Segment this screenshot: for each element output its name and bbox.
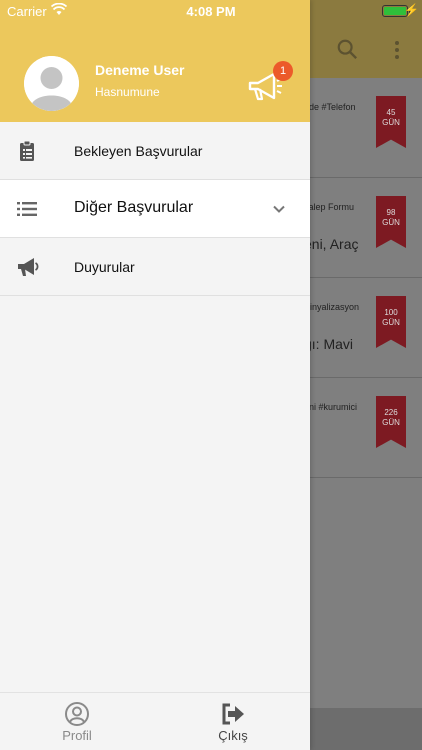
- megaphone-icon: [18, 258, 39, 276]
- notification-badge: 1: [273, 61, 293, 81]
- status-time: 4:08 PM: [186, 4, 236, 19]
- days-unit: GÜN: [382, 318, 400, 327]
- search-icon[interactable]: [336, 38, 358, 60]
- charging-icon: ⚡: [404, 3, 419, 17]
- drawer-menu: Bekleyen Başvurular Diğer Başvurular Duy…: [0, 122, 310, 296]
- avatar[interactable]: [24, 56, 79, 111]
- menu-item-announcements[interactable]: Duyurular: [0, 238, 310, 296]
- days-value: 98: [386, 208, 396, 217]
- menu-item-other-applications[interactable]: Diğer Başvurular: [0, 180, 310, 238]
- drawer-footer: Profil Çıkış: [0, 692, 310, 750]
- days-ribbon: 98 GÜN: [376, 196, 406, 248]
- person-icon: [24, 56, 79, 111]
- days-unit: GÜN: [382, 118, 400, 127]
- more-vertical-icon[interactable]: [392, 40, 402, 60]
- list-item-title: ğı: Mavi: [304, 336, 354, 352]
- list-item-tag: eni #kurumici: [304, 402, 358, 412]
- menu-item-label: Diğer Başvurular: [74, 199, 194, 216]
- logout-label: Çıkış: [218, 728, 248, 743]
- user-subtitle: Hasnumune: [95, 85, 160, 99]
- days-value: 45: [386, 108, 396, 117]
- menu-item-label: Duyurular: [74, 259, 135, 275]
- profile-button[interactable]: Profil: [37, 701, 117, 743]
- profile-label: Profil: [62, 728, 92, 743]
- list-item-tag: ede #Telefon: [304, 102, 356, 112]
- sign-out-icon: [222, 703, 244, 725]
- days-value: 100: [384, 308, 398, 317]
- logout-button[interactable]: Çıkış: [193, 701, 273, 743]
- navigation-drawer: Deneme User Hasnumune 1 Bekleyen Başvuru…: [0, 0, 310, 750]
- user-circle-icon: [65, 702, 89, 726]
- menu-item-label: Bekleyen Başvurular: [74, 143, 203, 159]
- list-item-title: eni, Araç: [304, 236, 359, 252]
- days-unit: GÜN: [382, 218, 400, 227]
- list-item-tag: Sinyalizasyon: [304, 302, 360, 312]
- chevron-down-icon[interactable]: [272, 202, 286, 216]
- days-unit: GÜN: [382, 418, 400, 427]
- days-ribbon: 45 GÜN: [376, 96, 406, 148]
- days-ribbon: 100 GÜN: [376, 296, 406, 348]
- clipboard-icon: [20, 140, 34, 161]
- status-bar: Carrier 4:08 PM ⚡: [0, 0, 422, 22]
- list-item-tag: Talep Formu: [304, 202, 355, 212]
- days-value: 226: [384, 408, 398, 417]
- days-ribbon: 226 GÜN: [376, 396, 406, 448]
- user-name: Deneme User: [95, 62, 185, 78]
- menu-item-pending-applications[interactable]: Bekleyen Başvurular: [0, 122, 310, 180]
- list-icon: [17, 202, 37, 216]
